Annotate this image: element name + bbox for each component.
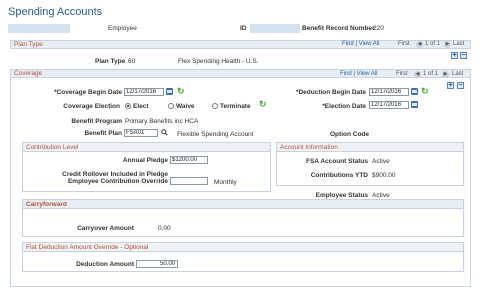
fsa-status-label: FSA Account Status [306,158,368,165]
benefit-plan-search-icon[interactable] [161,129,168,136]
benefit-plan-desc: Flexible Spending Account [177,131,254,138]
plan-type-delete-row-icon[interactable]: − [460,52,467,59]
deduction-begin-input[interactable]: 12/17/2016 [369,88,409,96]
plan-type-title: Plan Type [14,41,43,48]
employee-status-label: Employee Status [315,192,368,199]
coverage-begin-label: *Coverage Begin Date [54,89,122,96]
employee-name-redacted [8,24,70,33]
coverage-begin-calendar-icon[interactable] [166,88,173,95]
employee-status-value: Active [372,192,390,199]
coverage-next-icon[interactable]: ▶ [442,71,449,78]
account-information-title: Account Information [280,144,338,151]
plan-type-last[interactable]: Last [453,41,464,47]
election-date-calendar-icon[interactable] [411,101,418,108]
override-unit: Monthly [214,179,237,186]
coverage-add-row-icon[interactable]: + [447,82,454,89]
waive-radio[interactable] [168,103,174,109]
plan-type-range: 1 of 1 [425,41,441,47]
override-label: Employee Contribution Override [67,178,168,185]
carryover-amount-value: 0.00 [158,225,171,232]
coverage-nav: Find | View All [340,71,378,77]
coverage-election-label: Coverage Election [63,103,120,110]
contributions-ytd-value: $900.00 [372,172,396,179]
plan-type-nav: Find | View All [342,41,380,47]
option-code-label: Option Code [330,131,369,138]
coverage-prev-icon[interactable]: ◀ [414,71,421,78]
annual-pledge-label: Annual Pledge [122,157,168,164]
override-input[interactable] [170,177,208,185]
plan-type-first[interactable]: First [398,41,410,47]
elect-radio-label: Elect [133,103,149,110]
deduction-amount-label: Deduction Amount [76,261,134,268]
plan-type-desc: Flex Spending Health - U.S. [178,58,259,65]
coverage-last[interactable]: Last [452,71,463,77]
plan-type-code: 60 [128,58,136,65]
plan-type-prev-icon[interactable]: ◀ [416,41,423,48]
deduction-begin-label: *Deduction Begin Date [295,89,366,96]
deduction-begin-refresh-icon[interactable]: ↻ [421,87,429,96]
election-date-input[interactable]: 12/17/2016 [369,101,409,109]
election-date-label: *Election Date [322,103,366,110]
page-title: Spending Accounts [8,6,103,18]
benefit-record-value: 220 [373,25,384,32]
coverage-first[interactable]: First [396,71,408,77]
plan-type-view-all-link[interactable]: View All [359,41,380,47]
carryforward-header [23,200,463,209]
id-label: ID [240,25,247,32]
rollover-label: Credit Rollover Included in Pledge [62,171,168,178]
carryover-amount-label: Carryover Amount [77,225,134,232]
contributions-ytd-label: Contributions YTD [310,172,368,179]
flat-deduction-title: Flat Deduction Amount Override - Optiona… [26,244,149,251]
deduction-begin-calendar-icon[interactable] [411,88,418,95]
coverage-delete-row-icon[interactable]: − [457,82,464,89]
coverage-find-link[interactable]: Find [340,71,352,77]
plan-type-add-row-icon[interactable]: + [451,52,458,59]
coverage-begin-input[interactable]: 12/17/2016 [124,88,164,96]
deduction-amount-input[interactable]: 50.00 [136,260,178,268]
coverage-title: Coverage [14,70,43,77]
employee-label: Employee [108,25,137,32]
coverage-range: 1 of 1 [423,71,439,77]
benefit-plan-label: Benefit Plan [84,130,122,137]
plan-type-find-link[interactable]: Find [342,41,354,47]
id-value-redacted [250,24,300,33]
coverage-view-all-link[interactable]: View All [357,71,378,77]
terminate-radio-label: Terminate [220,103,251,110]
benefit-plan-input[interactable]: FSA01 [124,129,158,137]
coverage-begin-refresh-icon[interactable]: ↻ [177,87,185,96]
elect-radio[interactable] [125,103,131,109]
contribution-level-title: Contribution Level [26,144,79,151]
terminate-radio[interactable] [212,103,218,109]
plan-type-label: Plan Type [95,58,126,65]
fsa-status-value: Active [372,158,390,165]
annual-pledge-input[interactable]: $1200.00 [170,156,208,164]
benefit-record-label: Benefit Record Number [302,25,375,32]
benefit-program-label: Benefit Program [71,118,122,125]
waive-radio-label: Waive [176,103,195,110]
benefit-program-value: Primary Benefits inc HCA [125,118,199,125]
plan-type-next-icon[interactable]: ▶ [444,41,451,48]
election-refresh-icon[interactable]: ↻ [259,100,267,109]
carryforward-title: Carryforward [26,201,67,208]
